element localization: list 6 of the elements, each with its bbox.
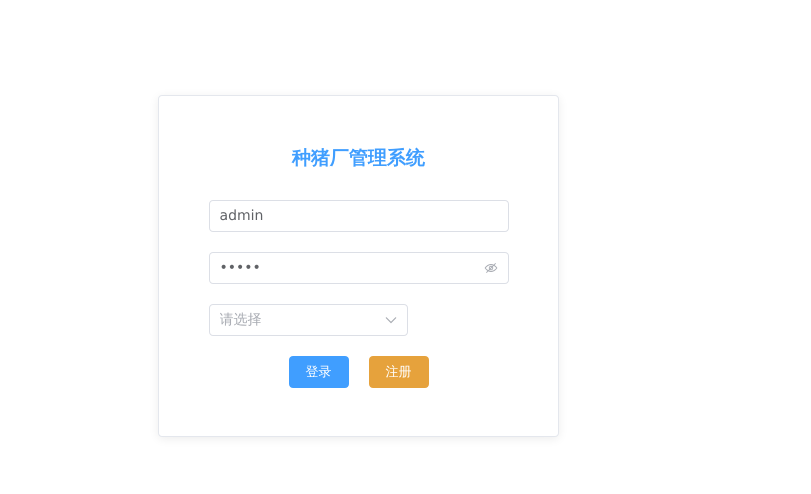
- eye-off-icon[interactable]: [484, 261, 498, 275]
- username-field[interactable]: admin: [208, 200, 508, 232]
- app-title: 种猪厂管理系统: [292, 146, 425, 171]
- password-field[interactable]: •••••: [208, 252, 508, 284]
- role-select[interactable]: 请选择: [208, 304, 408, 336]
- chevron-down-icon: [384, 316, 396, 324]
